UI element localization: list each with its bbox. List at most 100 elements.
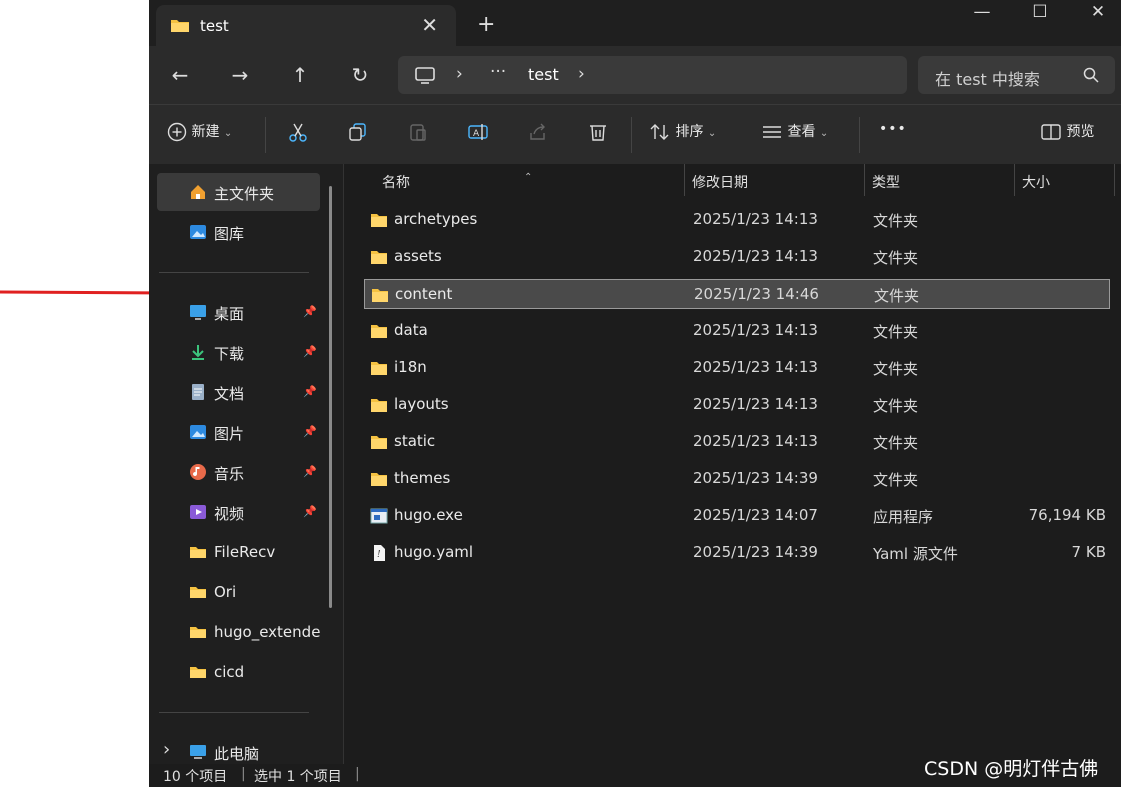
pin-icon[interactable]: 📌 xyxy=(303,465,317,478)
back-button[interactable]: ← xyxy=(167,62,193,88)
sidebar-item-desktop[interactable]: 桌面 📌 xyxy=(157,293,320,331)
column-header-type[interactable]: 类型 xyxy=(872,172,900,192)
search-input[interactable]: 在 test 中搜索 xyxy=(935,66,1040,90)
toolbar-divider xyxy=(265,117,266,153)
pin-icon[interactable]: 📌 xyxy=(303,425,317,438)
table-row[interactable]: hugo.exe 2025/1/23 14:07 应用程序 76,194 KB xyxy=(364,501,1110,531)
share-button[interactable] xyxy=(527,121,549,149)
column-divider[interactable] xyxy=(864,164,865,196)
new-label: 新建 xyxy=(191,124,220,140)
sidebar-item-downloads[interactable]: 下载 📌 xyxy=(157,333,320,371)
table-row[interactable]: layouts 2025/1/23 14:13 文件夹 xyxy=(364,390,1110,420)
selected-count: 选中 1 个项目 xyxy=(254,769,342,785)
gallery-icon xyxy=(190,225,206,239)
new-tab-button[interactable]: + xyxy=(477,12,495,37)
expand-chevron-icon[interactable]: › xyxy=(163,739,170,760)
rename-button[interactable]: A xyxy=(467,121,489,149)
column-divider[interactable] xyxy=(684,164,685,196)
maximize-button[interactable]: ☐ xyxy=(1017,2,1063,28)
more-button[interactable]: ••• xyxy=(879,121,907,149)
folder-icon xyxy=(190,547,206,558)
sidebar-item-gallery[interactable]: 图库 xyxy=(157,213,320,251)
tab-close-button[interactable]: ✕ xyxy=(421,13,438,37)
table-row[interactable]: themes 2025/1/23 14:39 文件夹 xyxy=(364,464,1110,494)
sidebar-item-videos[interactable]: 视频 📌 xyxy=(157,493,320,531)
address-bar[interactable]: › ··· test › xyxy=(398,56,907,94)
refresh-button[interactable]: ↻ xyxy=(347,62,373,88)
sidebar-item-documents[interactable]: 文档 📌 xyxy=(157,373,320,411)
breadcrumb-current[interactable]: test xyxy=(528,65,559,84)
tab-test[interactable]: test ✕ xyxy=(156,5,456,46)
delete-button[interactable] xyxy=(587,121,609,149)
pin-icon[interactable]: 📌 xyxy=(303,385,317,398)
new-button[interactable]: 新建 ⌄ xyxy=(167,121,232,149)
copy-button[interactable] xyxy=(347,121,369,149)
folder-icon xyxy=(190,587,206,598)
sidebar-scrollbar[interactable] xyxy=(329,186,332,608)
table-row[interactable]: data 2025/1/23 14:13 文件夹 xyxy=(364,316,1110,346)
table-row[interactable]: i18n 2025/1/23 14:13 文件夹 xyxy=(364,353,1110,383)
file-type: Yaml 源文件 xyxy=(873,545,958,563)
sort-button[interactable]: 排序 ⌄ xyxy=(649,121,716,149)
item-count: 10 个项目 xyxy=(163,769,228,785)
pin-icon[interactable]: 📌 xyxy=(303,345,317,358)
computer-icon xyxy=(415,67,435,84)
toolbar-divider xyxy=(631,117,632,153)
breadcrumb-chevron-icon[interactable]: › xyxy=(578,64,585,84)
column-header-name[interactable]: 名称 xyxy=(382,172,410,192)
chevron-down-icon: ⌄ xyxy=(223,128,233,139)
preview-button[interactable]: 预览 xyxy=(1040,121,1094,149)
file-name: themes xyxy=(394,469,451,487)
up-button[interactable]: ↑ xyxy=(287,62,313,88)
pin-icon[interactable]: 📌 xyxy=(303,305,317,318)
video-icon xyxy=(190,505,206,519)
pin-icon[interactable]: 📌 xyxy=(303,505,317,518)
file-size: 76,194 KB xyxy=(1028,506,1106,524)
sidebar-item-home[interactable]: 主文件夹 xyxy=(157,173,320,211)
search-box[interactable]: 在 test 中搜索 xyxy=(918,56,1115,94)
close-window-button[interactable]: ✕ xyxy=(1075,2,1121,28)
rename-icon: A xyxy=(468,124,488,140)
file-modified: 2025/1/23 14:46 xyxy=(694,285,819,303)
file-type: 文件夹 xyxy=(873,471,919,489)
breadcrumb-chevron-icon[interactable]: › xyxy=(456,64,463,84)
paste-button[interactable] xyxy=(407,121,429,149)
column-header-modified[interactable]: 修改日期 xyxy=(692,172,748,192)
table-row[interactable]: ! hugo.yaml 2025/1/23 14:39 Yaml 源文件 7 KB xyxy=(364,538,1110,568)
breadcrumb-more-button[interactable]: ··· xyxy=(490,62,506,82)
paste-icon xyxy=(410,124,426,141)
column-divider[interactable] xyxy=(1014,164,1015,196)
table-row[interactable]: static 2025/1/23 14:13 文件夹 xyxy=(364,427,1110,457)
navigation-pane: 主文件夹 图库 桌面 📌 下载 📌 文档 📌 图片 📌 音乐 📌 视频 📌 Fi… xyxy=(149,164,343,764)
scissors-icon xyxy=(289,123,307,142)
computer-icon xyxy=(190,745,206,759)
column-divider[interactable] xyxy=(1114,164,1115,196)
folder-icon xyxy=(371,325,387,338)
table-row[interactable]: content 2025/1/23 14:46 文件夹 xyxy=(364,279,1110,309)
view-button[interactable]: 查看 ⌄ xyxy=(761,121,828,149)
table-row[interactable]: archetypes 2025/1/23 14:13 文件夹 xyxy=(364,205,1110,235)
file-type: 文件夹 xyxy=(873,212,919,230)
folder-icon xyxy=(190,667,206,678)
sidebar-item-ori[interactable]: Ori xyxy=(157,573,320,611)
folder-icon xyxy=(190,627,206,638)
sidebar-item-pictures[interactable]: 图片 📌 xyxy=(157,413,320,451)
cut-button[interactable] xyxy=(287,121,309,149)
table-row[interactable]: assets 2025/1/23 14:13 文件夹 xyxy=(364,242,1110,272)
sidebar-item-music[interactable]: 音乐 📌 xyxy=(157,453,320,491)
status-separator: | xyxy=(241,766,246,782)
forward-button[interactable]: → xyxy=(227,62,253,88)
application-icon xyxy=(370,508,388,524)
sidebar-item-cicd[interactable]: cicd xyxy=(157,653,320,691)
file-type: 文件夹 xyxy=(873,360,919,378)
sidebar-item-hugo-extended[interactable]: hugo_extende xyxy=(157,613,320,651)
document-icon xyxy=(192,384,204,400)
column-header-size[interactable]: 大小 xyxy=(1022,172,1050,192)
preview-label: 预览 xyxy=(1066,124,1095,140)
file-name: content xyxy=(395,285,453,303)
copy-icon xyxy=(349,123,366,141)
sidebar-item-filerecv[interactable]: FileRecv xyxy=(157,533,320,571)
minimize-button[interactable]: — xyxy=(959,2,1005,28)
yaml-file-icon: ! xyxy=(374,545,385,561)
file-modified: 2025/1/23 14:07 xyxy=(693,506,818,524)
